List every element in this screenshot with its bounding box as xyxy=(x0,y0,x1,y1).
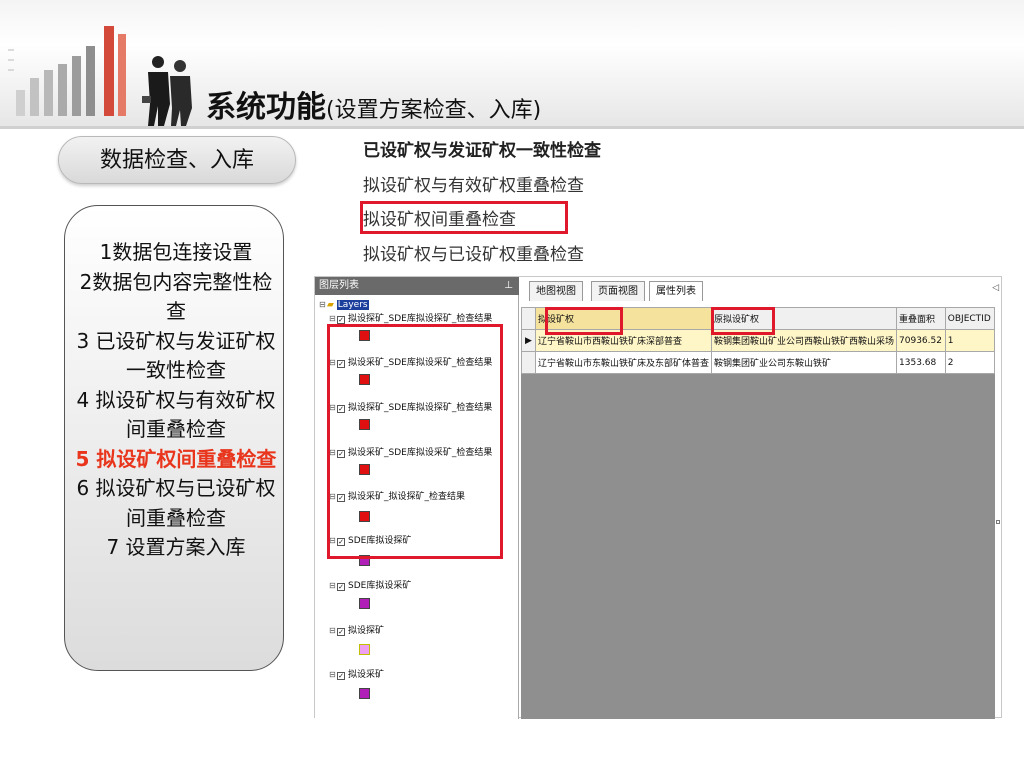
column-header[interactable]: 重叠面积 xyxy=(896,307,946,330)
section-pill: 数据检查、入库 xyxy=(58,136,296,184)
layer-swatch xyxy=(359,598,370,609)
column-highlight-box xyxy=(545,307,623,335)
row-selector-icon[interactable]: ▶ xyxy=(521,329,536,352)
header-banner: 系统功能(设置方案检查、入库) xyxy=(0,0,1024,128)
collapse-icon[interactable]: ⊟ xyxy=(329,625,337,637)
layer-checkbox[interactable]: ✓ xyxy=(337,316,345,324)
steps-box: 1数据包连接设置 2数据包内容完整性检查 3 已设矿权与发证矿权一致性检查 4 … xyxy=(64,205,284,671)
tree-highlight-box xyxy=(327,324,503,559)
app-window: 图层列表 ⊥ ⊟▰ Layers ⊟ ✓ 拟设探矿_SDE库拟设探矿_检查结果 ⊟ ✓… xyxy=(314,276,1002,719)
step-item: 2数据包内容完整性检查 xyxy=(79,269,273,324)
row-header[interactable] xyxy=(521,351,536,374)
layer-checkbox[interactable]: ✓ xyxy=(337,628,345,636)
check-menu-item[interactable]: 拟设矿权与有效矿权重叠检查 xyxy=(363,169,601,204)
title-sub: (设置方案检查、入库) xyxy=(326,98,542,123)
table-cell[interactable]: 1 xyxy=(944,329,996,352)
pin-icon[interactable]: ⊥ xyxy=(504,277,513,295)
collapse-icon[interactable]: ⊟ xyxy=(329,669,337,681)
step-item: 1数据包连接设置 xyxy=(99,240,253,264)
collapse-icon[interactable]: ⊟ xyxy=(329,580,337,592)
layer-label: SDE库拟设采矿 xyxy=(348,581,412,591)
layer-label: 拟设探矿_SDE库拟设探矿_检查结果 xyxy=(348,314,493,324)
layer-panel-title: 图层列表 xyxy=(319,280,359,291)
business-people-icon xyxy=(142,56,192,126)
tab-map-view[interactable]: 地图视图 xyxy=(529,281,583,301)
bar-chart-decoration-icon xyxy=(8,26,126,116)
attribute-grid: 拟设矿权 原拟设矿权 重叠面积 OBJECTID ▶ 辽宁省鞍山市西鞍山铁矿床深… xyxy=(521,307,996,719)
tree-layer-item[interactable]: ⊟ ✓ 拟设探矿 xyxy=(329,625,384,637)
layer-swatch xyxy=(359,688,370,699)
row-header-corner xyxy=(521,307,536,330)
tree-root[interactable]: ⊟▰ Layers xyxy=(319,299,369,311)
table-cell[interactable]: 1353.68 xyxy=(896,351,946,374)
folder-icon: ▰ xyxy=(327,300,334,310)
step-item: 4 拟设矿权与有效矿权间重叠检查 xyxy=(76,387,276,442)
table-cell[interactable]: 70936.52 xyxy=(896,329,946,352)
layer-panel: ⊟▰ Layers ⊟ ✓ 拟设探矿_SDE库拟设探矿_检查结果 ⊟ ✓ 拟设采矿_SD… xyxy=(315,295,519,719)
tree-layer-item[interactable]: ⊟ ✓ SDE库拟设采矿 xyxy=(329,580,411,592)
page-title: 系统功能(设置方案检查、入库) xyxy=(206,82,541,126)
layer-swatch xyxy=(359,644,370,655)
layer-checkbox[interactable]: ✓ xyxy=(337,672,345,680)
step-item-highlighted: 5 拟设矿权间重叠检查 xyxy=(75,446,277,471)
layer-checkbox[interactable]: ✓ xyxy=(337,583,345,591)
check-menu-item[interactable]: 拟设矿权与已设矿权重叠检查 xyxy=(363,238,601,273)
layer-label: 拟设采矿 xyxy=(348,670,385,680)
table-cell[interactable]: 鞍钢集团矿业公司东鞍山铁矿 xyxy=(710,351,898,374)
resize-handle[interactable] xyxy=(996,520,1000,524)
column-header[interactable]: OBJECTID xyxy=(944,307,996,330)
highlight-box xyxy=(360,201,568,234)
table-cell[interactable]: 辽宁省鞍山市东鞍山铁矿床及东部矿体普查 xyxy=(534,351,713,374)
tab-page-view[interactable]: 页面视图 xyxy=(591,281,645,301)
tree-layer-item[interactable]: ⊟ ✓ 拟设采矿 xyxy=(329,669,384,681)
title-main: 系统功能 xyxy=(206,90,326,125)
table-cell[interactable]: 2 xyxy=(944,351,996,374)
chevron-left-icon[interactable]: ◁ xyxy=(992,283,999,293)
header-divider xyxy=(0,126,1024,129)
collapse-icon[interactable]: ⊟ xyxy=(319,299,327,311)
tree-root-label: Layers xyxy=(336,300,369,310)
step-item: 7 设置方案入库 xyxy=(106,535,246,559)
step-item: 6 拟设矿权与已设矿权间重叠检查 xyxy=(76,476,276,530)
layer-panel-header: 图层列表 ⊥ xyxy=(315,277,519,295)
check-menu-item[interactable]: 已设矿权与发证矿权一致性检查 xyxy=(363,134,601,169)
tab-attribute-list[interactable]: 属性列表 xyxy=(649,281,703,301)
step-item: 3 已设矿权与发证矿权一致性检查 xyxy=(76,328,276,383)
column-highlight-box xyxy=(711,307,775,335)
table-row[interactable]: 辽宁省鞍山市东鞍山铁矿床及东部矿体普查 鞍钢集团矿业公司东鞍山铁矿 1353.6… xyxy=(521,351,996,374)
layer-label: 拟设探矿 xyxy=(348,626,385,636)
